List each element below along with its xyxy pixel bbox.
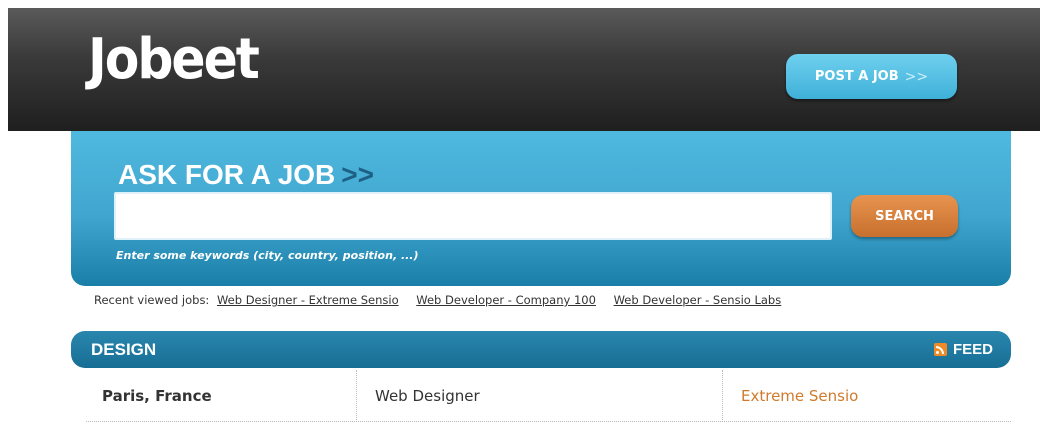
recent-job-link[interactable]: Web Developer - Sensio Labs — [614, 293, 782, 307]
recent-job-link[interactable]: Web Designer - Extreme Sensio — [217, 293, 399, 307]
job-company[interactable]: Extreme Sensio — [722, 370, 1011, 422]
search-title: ASK FOR A JOB >> — [118, 159, 374, 191]
feed-label: FEED — [952, 341, 993, 358]
job-location: Paris, France — [102, 387, 212, 405]
job-position[interactable]: Web Designer — [356, 370, 722, 422]
search-button[interactable]: SEARCH — [851, 195, 958, 237]
page-left-margin — [0, 0, 8, 422]
post-a-job-label: POST A JOB — [814, 69, 899, 84]
feed-link[interactable]: FEED — [933, 341, 993, 358]
search-help-text: Enter some keywords (city, country, posi… — [116, 249, 419, 262]
post-a-job-button[interactable]: POST A JOB >> — [786, 54, 957, 99]
search-title-text: ASK FOR A JOB — [118, 159, 336, 190]
category-title[interactable]: DESIGN — [91, 340, 156, 360]
recent-viewed-jobs: Recent viewed jobs: Web Designer - Extre… — [94, 293, 781, 307]
recent-viewed-label: Recent viewed jobs: — [94, 293, 210, 307]
keywords-search-input[interactable] — [114, 192, 832, 240]
page-top-margin — [0, 0, 1040, 8]
recent-job-link[interactable]: Web Developer - Company 100 — [416, 293, 596, 307]
rss-icon — [933, 343, 947, 356]
category-header: DESIGN FEED — [71, 331, 1011, 368]
job-search-panel: ASK FOR A JOB >> SEARCH Enter some keywor… — [71, 131, 1011, 286]
header: Jobeet POST A JOB >> — [8, 8, 1040, 131]
double-chevron-right-icon: >> — [341, 159, 374, 190]
double-chevron-right-icon: >> — [904, 68, 929, 85]
table-row[interactable]: Paris, France Web Designer Extreme Sensi… — [86, 370, 1011, 422]
jobeet-logo[interactable]: Jobeet — [88, 32, 260, 88]
page: Jobeet POST A JOB >> ASK FOR A JOB >> SEA… — [8, 8, 1040, 422]
